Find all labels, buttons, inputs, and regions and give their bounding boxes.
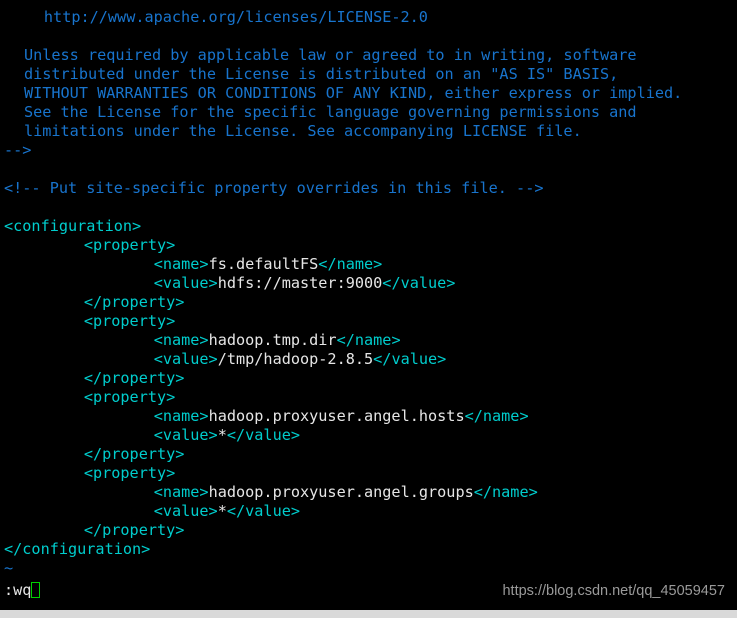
vim-text-buffer[interactable]: http://www.apache.org/licenses/LICENSE-2…: [0, 0, 737, 578]
code-token: -->: [4, 141, 32, 159]
code-token: </value>: [373, 350, 447, 368]
watermark-text: https://blog.csdn.net/qq_45059457: [502, 583, 725, 599]
code-token: See the License for the specific languag…: [23, 103, 637, 121]
code-line: <name>hadoop.proxyuser.angel.hosts</name…: [0, 407, 737, 426]
code-line: </property>: [0, 445, 737, 464]
code-token: <value>: [153, 426, 218, 444]
code-line: <name>hadoop.tmp.dir</name>: [0, 331, 737, 350]
code-line: <property>: [0, 388, 737, 407]
code-line: </property>: [0, 293, 737, 312]
code-token: </name>: [336, 331, 401, 349]
code-token: http://www.apache.org/licenses/LICENSE-2…: [43, 8, 428, 26]
code-token: <property>: [83, 388, 176, 406]
code-token: </name>: [473, 483, 538, 501]
code-token: </property>: [83, 521, 185, 539]
code-token: Unless required by applicable law or agr…: [23, 46, 637, 64]
code-line: </property>: [0, 369, 737, 388]
code-token: WITHOUT WARRANTIES OR CONDITIONS OF ANY …: [23, 84, 683, 102]
code-token: <value>: [153, 274, 218, 292]
code-token: hadoop.proxyuser.angel.groups: [208, 483, 474, 501]
code-token: hdfs://master:9000: [217, 274, 383, 292]
code-token: </name>: [464, 407, 529, 425]
code-token: <property>: [83, 236, 176, 254]
code-token: </value>: [226, 426, 301, 444]
code-token: <value>: [153, 350, 218, 368]
code-token: </value>: [226, 502, 301, 520]
code-token: <name>: [153, 255, 209, 273]
code-line: <value>hdfs://master:9000</value>: [0, 274, 737, 293]
code-line: distributed under the License is distrib…: [0, 65, 737, 84]
code-token: fs.defaultFS: [208, 255, 319, 273]
terminal-screen[interactable]: http://www.apache.org/licenses/LICENSE-2…: [0, 0, 737, 618]
code-token: <property>: [83, 312, 176, 330]
code-token: <name>: [153, 331, 209, 349]
code-token: </property>: [83, 293, 185, 311]
code-token: <!-- Put site-specific property override…: [4, 179, 544, 197]
code-token: hadoop.tmp.dir: [208, 331, 337, 349]
code-line: </configuration>: [0, 540, 737, 559]
code-line: limitations under the License. See accom…: [0, 122, 737, 141]
code-line: <property>: [0, 312, 737, 331]
code-token: limitations under the License. See accom…: [23, 122, 582, 140]
code-line: Unless required by applicable law or agr…: [0, 46, 737, 65]
code-token: hadoop.proxyuser.angel.hosts: [208, 407, 465, 425]
code-line: <!-- Put site-specific property override…: [0, 179, 737, 198]
code-line: <value>*</value>: [0, 502, 737, 521]
code-token: <property>: [83, 464, 176, 482]
code-token: distributed under the License is distrib…: [23, 65, 619, 83]
code-token: </configuration>: [4, 540, 151, 558]
code-line: http://www.apache.org/licenses/LICENSE-2…: [0, 8, 737, 27]
code-token: <value>: [153, 502, 218, 520]
code-token: ~: [4, 559, 14, 577]
code-line: <property>: [0, 236, 737, 255]
bottom-bar: [0, 610, 737, 618]
code-line: <configuration>: [0, 217, 737, 236]
code-token: </value>: [382, 274, 456, 292]
code-line: See the License for the specific languag…: [0, 103, 737, 122]
command-line-text: :wq: [4, 581, 32, 599]
code-token: </name>: [318, 255, 383, 273]
code-token: <name>: [153, 483, 209, 501]
code-token: <name>: [153, 407, 209, 425]
text-cursor: [31, 582, 41, 598]
code-token: *: [217, 502, 227, 520]
code-token: *: [217, 426, 227, 444]
code-line: -->: [0, 141, 737, 160]
code-line: <name>fs.defaultFS</name>: [0, 255, 737, 274]
code-line: </property>: [0, 521, 737, 540]
code-line: ~: [0, 559, 737, 578]
code-token: </property>: [83, 369, 185, 387]
code-line: <value>/tmp/hadoop-2.8.5</value>: [0, 350, 737, 369]
code-line: <property>: [0, 464, 737, 483]
code-line: <value>*</value>: [0, 426, 737, 445]
code-line: <name>hadoop.proxyuser.angel.groups</nam…: [0, 483, 737, 502]
code-token: <configuration>: [4, 217, 142, 235]
code-token: </property>: [83, 445, 185, 463]
code-line: WITHOUT WARRANTIES OR CONDITIONS OF ANY …: [0, 84, 737, 103]
code-token: /tmp/hadoop-2.8.5: [217, 350, 374, 368]
